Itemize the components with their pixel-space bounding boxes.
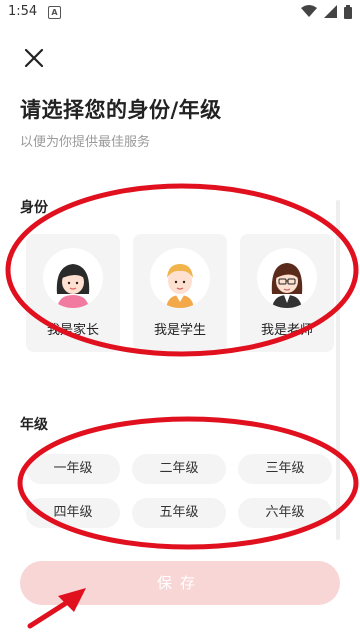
grade-option-1[interactable]: 一年级 bbox=[26, 454, 120, 484]
close-button[interactable] bbox=[22, 46, 46, 70]
identity-section-label: 身份 bbox=[20, 200, 48, 216]
identity-card-student[interactable]: 我是学生 bbox=[133, 234, 227, 352]
signal-icon bbox=[323, 5, 337, 18]
identity-label-teacher: 我是老师 bbox=[260, 323, 313, 338]
identity-card-parent[interactable]: 我是家长 bbox=[26, 234, 120, 352]
parent-avatar-icon bbox=[43, 248, 103, 308]
grade-option-6[interactable]: 六年级 bbox=[238, 498, 332, 528]
identity-card-teacher[interactable]: 我是老师 bbox=[240, 234, 334, 352]
grade-option-2[interactable]: 二年级 bbox=[132, 454, 226, 484]
teacher-avatar-icon bbox=[257, 248, 317, 308]
page-subtitle: 以便为你提供最佳服务 bbox=[20, 135, 151, 150]
identity-label-parent: 我是家长 bbox=[46, 323, 99, 338]
status-bar: 1:54 A bbox=[0, 0, 360, 24]
student-avatar-icon bbox=[150, 248, 210, 308]
app-notification-icon: A bbox=[48, 6, 61, 19]
status-time: 1:54 bbox=[8, 4, 38, 19]
grade-option-4[interactable]: 四年级 bbox=[26, 498, 120, 528]
save-button[interactable]: 保存 bbox=[20, 561, 340, 605]
close-icon bbox=[24, 48, 44, 68]
identity-label-student: 我是学生 bbox=[153, 323, 206, 338]
grade-option-5[interactable]: 五年级 bbox=[132, 498, 226, 528]
identity-options: 我是家长 我是学生 我是老师 bbox=[26, 234, 360, 354]
grade-option-3[interactable]: 三年级 bbox=[238, 454, 332, 484]
battery-icon bbox=[344, 5, 352, 19]
wifi-icon bbox=[300, 5, 317, 17]
page-title: 请选择您的身份/年级 bbox=[20, 98, 222, 122]
grade-section-label: 年级 bbox=[20, 417, 48, 433]
status-icons bbox=[298, 5, 352, 19]
